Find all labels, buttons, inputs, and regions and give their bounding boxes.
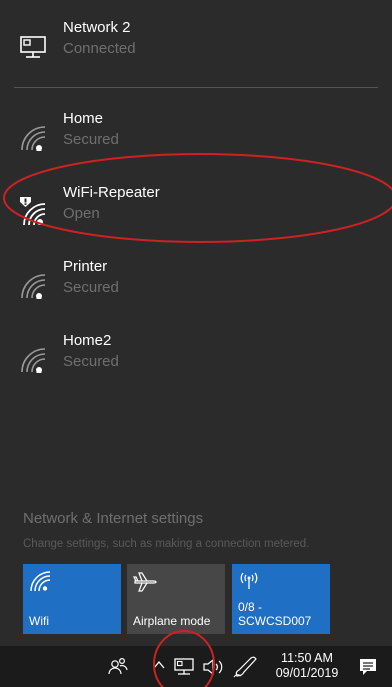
hotspot-icon — [240, 572, 258, 589]
network-settings-link[interactable]: Network & Internet settings — [23, 510, 203, 527]
airplane-mode-tile[interactable]: Airplane mode — [127, 564, 225, 634]
airplane-mode-tile-label: Airplane mode — [133, 614, 211, 628]
network-item-home[interactable]: Home Secured — [0, 109, 392, 167]
divider — [14, 87, 378, 88]
network-name: Printer — [63, 258, 108, 275]
wifi-tile-label: Wifi — [29, 614, 49, 628]
action-center-icon[interactable] — [358, 657, 378, 677]
hotspot-count: 0/8 - — [238, 600, 263, 614]
chevron-up-icon[interactable] — [152, 658, 166, 672]
mobile-hotspot-tile[interactable]: 0/8 - SCWCSD007 — [232, 564, 330, 634]
wifi-icon — [30, 571, 51, 592]
mobile-hotspot-tile-label: 0/8 - SCWCSD007 — [238, 600, 311, 628]
network-name: WiFi-Repeater — [63, 184, 160, 201]
clock-time: 11:50 AM — [281, 651, 333, 665]
network-flyout: Network 2 Connected Home Secured WiFi-Re… — [0, 0, 392, 646]
network-name: Home — [63, 110, 104, 127]
network-status: Secured — [63, 279, 119, 296]
people-icon[interactable] — [108, 656, 128, 676]
network-icon[interactable] — [173, 656, 195, 678]
network-name: Home2 — [63, 332, 112, 349]
wifi-warning-icon — [20, 197, 46, 226]
volume-icon[interactable] — [202, 656, 226, 678]
network-status: Connected — [63, 40, 136, 57]
system-clock[interactable]: 11:50 AM 09/01/2019 — [271, 651, 343, 681]
airplane-icon — [133, 572, 157, 592]
ethernet-icon — [20, 36, 46, 58]
hotspot-name: SCWCSD007 — [238, 614, 312, 628]
network-settings-description: Change settings, such as making a connec… — [23, 538, 310, 550]
network-item-wifi-repeater[interactable]: WiFi-Repeater Open — [0, 183, 392, 241]
wifi-secured-icon — [21, 126, 46, 151]
network-name: Network 2 — [63, 19, 131, 36]
pen-icon[interactable] — [233, 655, 259, 679]
network-item-printer[interactable]: Printer Secured — [0, 257, 392, 315]
wifi-tile[interactable]: Wifi — [23, 564, 121, 634]
network-status: Secured — [63, 131, 119, 148]
network-item-network-2[interactable]: Network 2 Connected — [0, 18, 392, 76]
taskbar: 11:50 AM 09/01/2019 — [0, 646, 392, 687]
network-status: Secured — [63, 353, 119, 370]
wifi-secured-icon — [21, 274, 46, 299]
network-status: Open — [63, 205, 100, 222]
wifi-secured-icon — [21, 348, 46, 373]
network-item-home2[interactable]: Home2 Secured — [0, 331, 392, 389]
clock-date: 09/01/2019 — [275, 666, 339, 680]
